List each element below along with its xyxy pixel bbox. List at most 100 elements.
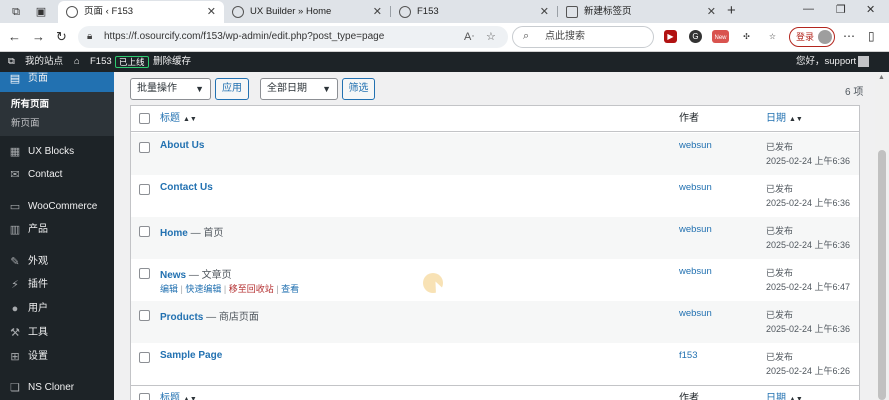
sidebar-item-products[interactable]: ▥ 产品 xyxy=(0,219,114,241)
extensions-puzzle-icon[interactable]: ✣ xyxy=(740,30,753,43)
row-checkbox[interactable] xyxy=(139,268,150,279)
page-title-link[interactable]: Contact Us xyxy=(160,182,213,193)
sort-icon: ▲▼ xyxy=(789,396,803,400)
page-title-text: About Us xyxy=(160,140,205,151)
restore-icon[interactable]: ❐ xyxy=(836,3,846,16)
page-title-link[interactable]: News — 文章页 xyxy=(160,266,232,281)
user-icon: ● xyxy=(11,303,19,315)
sidebar-item-ux-blocks[interactable]: ▦ UX Blocks xyxy=(0,141,114,163)
sort-icon: ▲▼ xyxy=(789,116,803,123)
row-checkbox[interactable] xyxy=(139,226,150,237)
refresh-icon[interactable]: ↻ xyxy=(56,29,67,45)
read-aloud-icon[interactable]: Aᐧ xyxy=(464,30,474,43)
tab-ux-builder[interactable]: UX Builder » Home ✕ xyxy=(224,1,390,23)
row-checkbox[interactable] xyxy=(139,142,150,153)
author-link[interactable]: websun xyxy=(679,182,712,193)
apply-button[interactable]: 应用 xyxy=(215,78,249,100)
page-title-text: Contact Us xyxy=(160,182,213,193)
more-menu-icon[interactable]: ⋯ xyxy=(843,29,855,43)
sidebar-item-ns-cloner[interactable]: ❏ NS Cloner xyxy=(0,377,114,399)
minimize-icon[interactable]: — xyxy=(803,3,814,15)
scroll-up-icon[interactable]: ▲ xyxy=(878,74,885,81)
extension-new-icon[interactable]: New xyxy=(712,30,729,43)
brush-icon: ✎ xyxy=(10,256,20,268)
favorite-star-icon[interactable]: ☆ xyxy=(486,30,496,43)
clone-icon: ❏ xyxy=(10,382,20,394)
page-title-text: Home xyxy=(160,228,188,239)
tab-label: 新建标签页 xyxy=(584,6,632,17)
author-link[interactable]: websun xyxy=(679,308,712,319)
close-icon[interactable]: ✕ xyxy=(373,1,382,23)
search-field[interactable]: ⌕ 点此搜索 xyxy=(512,26,654,48)
sidebar-item-woocommerce[interactable]: ▭ WooCommerce xyxy=(0,196,114,218)
close-icon[interactable]: ✕ xyxy=(707,1,716,23)
sidebar-item-appearance[interactable]: ✎ 外观 xyxy=(0,251,114,273)
mail-icon: ✉ xyxy=(10,169,20,181)
close-window-icon[interactable]: ✕ xyxy=(866,3,875,16)
table-row: Home — 首页 websun 已发布 2025-02-24 上午6:36 xyxy=(131,217,859,259)
forward-icon[interactable]: → xyxy=(32,29,45,45)
quick-edit-link[interactable]: 快速编辑 xyxy=(185,284,221,294)
page-title-link[interactable]: Sample Page xyxy=(160,350,222,361)
edit-link[interactable]: 编辑 xyxy=(160,284,178,294)
new-tab-button[interactable]: + xyxy=(727,2,736,19)
page-title-link[interactable]: About Us xyxy=(160,140,204,151)
row-checkbox[interactable] xyxy=(139,352,150,363)
extension-g-icon[interactable]: G xyxy=(689,30,702,43)
plug-icon: ⚡ xyxy=(11,279,19,291)
workspaces-icon[interactable]: ⧉ xyxy=(8,4,24,20)
tab-f153[interactable]: F153 ✕ xyxy=(391,1,557,23)
submenu-all-pages[interactable]: 所有页面 xyxy=(0,98,49,112)
login-label: 登录 xyxy=(796,32,815,42)
column-date-header[interactable]: 日期 ▲▼ xyxy=(766,106,803,133)
author-link[interactable]: websun xyxy=(679,140,712,151)
sidebar-item-users[interactable]: ● 用户 xyxy=(0,298,114,320)
page-title-link[interactable]: Products — 商店页面 xyxy=(160,308,259,323)
table-header: 标题 ▲▼ 作者 日期 ▲▼ xyxy=(131,106,859,132)
search-icon: ⌕ xyxy=(523,30,530,42)
close-icon[interactable]: ✕ xyxy=(207,1,216,23)
user-avatar[interactable] xyxy=(858,56,869,67)
column-title-header[interactable]: 标题 ▲▼ xyxy=(160,106,197,133)
clear-cache-link[interactable]: 删除缓存 xyxy=(153,52,191,72)
trash-link[interactable]: 移至回收站 xyxy=(229,284,274,294)
submenu-new-page[interactable]: 新页面 xyxy=(0,117,40,131)
url-field[interactable]: 🔒︎ https://f.osourcify.com/f153/wp-admin… xyxy=(78,26,508,48)
tab-new[interactable]: 新建标签页 ✕ xyxy=(558,1,724,23)
bulk-actions-select[interactable]: 批量操作 ▼ xyxy=(130,78,211,100)
online-badge: 已上线 xyxy=(115,56,149,68)
greeting-link[interactable]: 您好，support xyxy=(796,52,856,72)
row-checkbox[interactable] xyxy=(139,310,150,321)
scrollbar-thumb[interactable] xyxy=(878,150,886,400)
sidebar-toggle-icon[interactable]: ▯ xyxy=(868,29,875,43)
globe-icon xyxy=(232,6,244,18)
view-link[interactable]: 查看 xyxy=(281,284,299,294)
author-link[interactable]: websun xyxy=(679,266,712,277)
tab-actions-icon[interactable]: ▣ xyxy=(33,4,49,20)
column-date-header[interactable]: 日期 ▲▼ xyxy=(766,386,803,400)
login-button[interactable]: 登录 xyxy=(789,27,835,47)
column-title-header[interactable]: 标题 ▲▼ xyxy=(160,386,197,400)
author-link[interactable]: f153 xyxy=(679,350,698,361)
row-checkbox[interactable] xyxy=(139,184,150,195)
sidebar-item-tools[interactable]: ⚒ 工具 xyxy=(0,322,114,344)
select-all-checkbox[interactable] xyxy=(139,113,150,124)
select-all-checkbox[interactable] xyxy=(139,393,150,400)
extension-video-icon[interactable]: ▶ xyxy=(664,30,677,43)
sidebar-item-settings[interactable]: ⊞ 设置 xyxy=(0,346,114,368)
column-author-header: 作者 xyxy=(679,393,699,400)
close-icon[interactable]: ✕ xyxy=(540,1,549,23)
page-scrollbar[interactable]: ▲ xyxy=(875,72,889,400)
publish-date: 2025-02-24 上午6:36 xyxy=(766,198,851,208)
back-icon[interactable]: ← xyxy=(8,29,21,45)
sidebar-item-contact[interactable]: ✉ Contact xyxy=(0,164,114,186)
date-filter-select[interactable]: 全部日期 ▼ xyxy=(260,78,338,100)
sidebar-item-pages[interactable]: ▤ 页面 xyxy=(0,72,114,92)
page-title-link[interactable]: Home — 首页 xyxy=(160,224,223,239)
extension-new-badge: New xyxy=(714,35,727,41)
favorites-icon[interactable]: ☆ xyxy=(766,30,779,43)
author-link[interactable]: websun xyxy=(679,224,712,235)
sidebar-item-plugins[interactable]: ⚡ 插件 xyxy=(0,274,114,296)
tab-pages[interactable]: 页面 ‹ F153 ✕ xyxy=(58,1,224,23)
filter-button[interactable]: 筛选 xyxy=(342,78,375,100)
